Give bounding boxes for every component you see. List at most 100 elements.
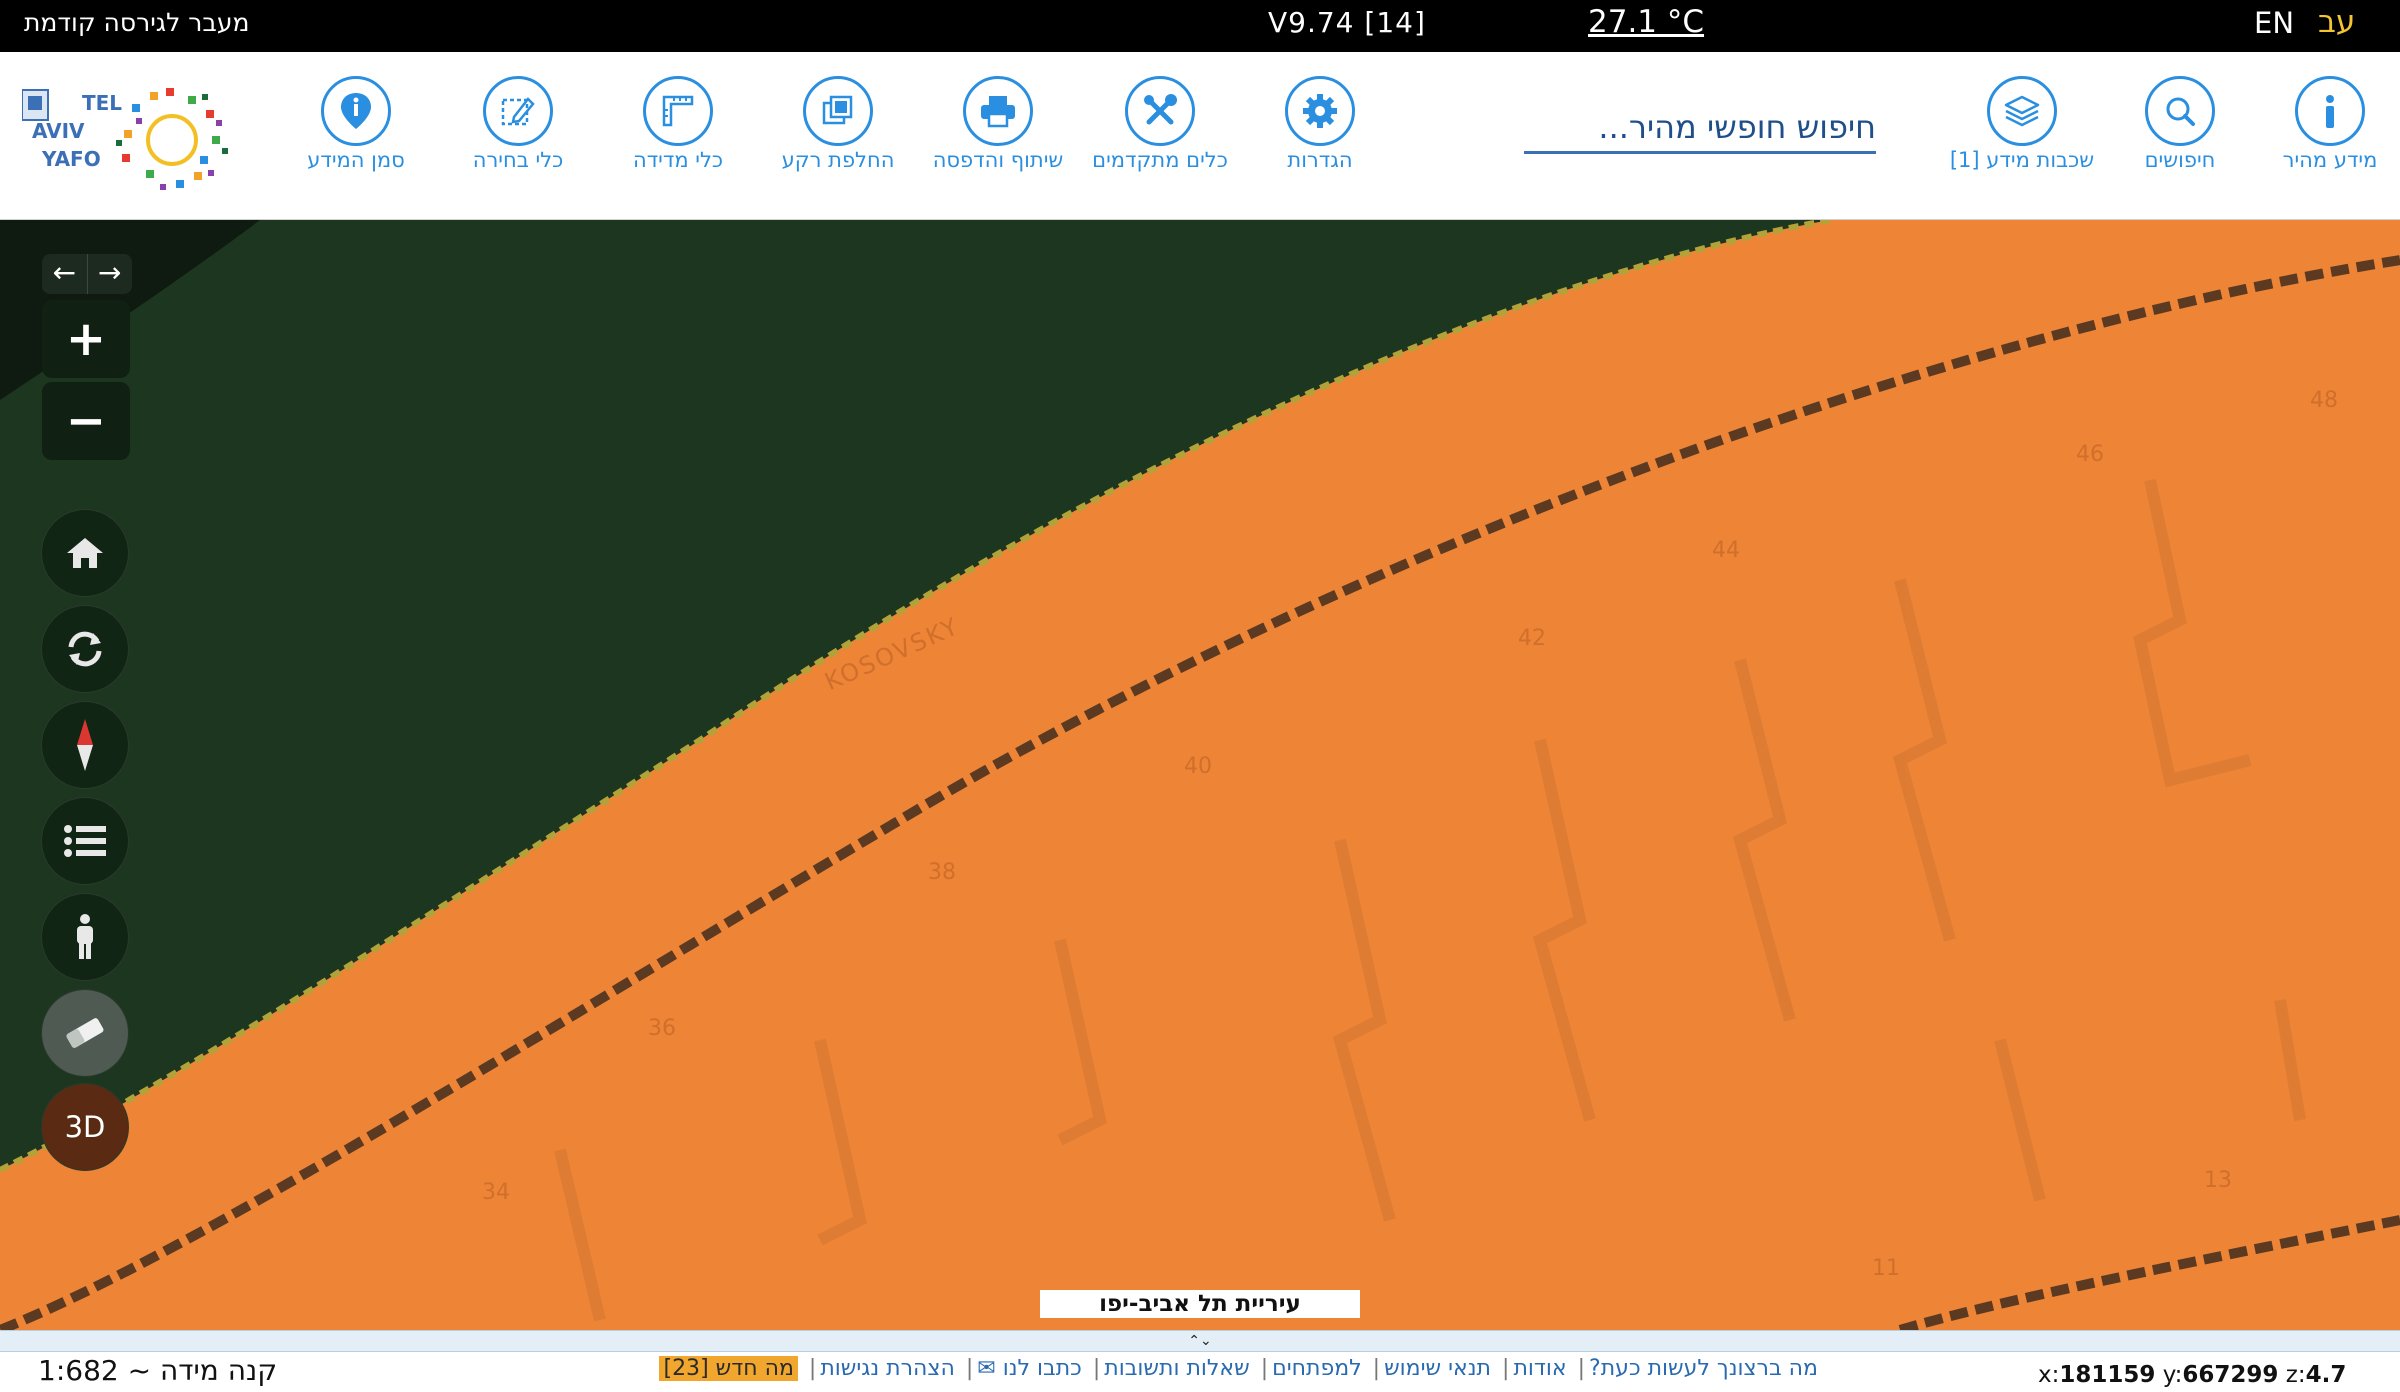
svg-text:AVIV: AVIV xyxy=(32,119,85,143)
house-number: 38 xyxy=(928,860,956,885)
x-value: 181159 xyxy=(2059,1362,2156,1388)
searches-label: חיפושים xyxy=(2144,148,2216,172)
house-number: 13 xyxy=(2204,1168,2232,1193)
quick-search[interactable] xyxy=(1524,104,1876,154)
advanced-tools-button[interactable]: כלים מתקדמים xyxy=(1080,76,1240,173)
map-canvas[interactable]: KOSOVSKY 48 46 44 42 40 38 36 34 13 11 ע… xyxy=(0,220,2400,1330)
map-attribution-label: עיריית תל אביב-יפו xyxy=(1040,1290,1360,1318)
main-toolbar: TEL AVIV YAFO סמן המידע כלי בחירה כלי מד… xyxy=(0,52,2400,220)
separator: | xyxy=(808,1356,817,1381)
compass-button[interactable] xyxy=(42,702,128,788)
selection-tools-button[interactable]: כלי בחירה xyxy=(438,76,598,173)
pegman-icon xyxy=(77,914,93,959)
footer-link-faq[interactable]: שאלות ותשובות xyxy=(1104,1356,1249,1381)
house-number: 44 xyxy=(1712,538,1740,563)
selection-tools-label: כלי בחירה xyxy=(472,148,564,172)
history-arrows: ← → xyxy=(42,254,132,294)
searches-button[interactable]: חיפושים xyxy=(2100,76,2260,173)
3d-mode-button[interactable]: 3D xyxy=(42,1084,128,1170)
info-marker-label: סמן המידע xyxy=(307,148,405,172)
swap-background-icon xyxy=(803,76,873,146)
separator: | xyxy=(1577,1356,1586,1381)
language-hebrew-button[interactable]: עב xyxy=(2318,4,2355,40)
previous-version-link[interactable]: מעבר לגירסה קודמת xyxy=(24,8,249,37)
search-icon xyxy=(2145,76,2215,146)
house-number: 36 xyxy=(648,1016,676,1041)
separator: | xyxy=(1372,1356,1381,1381)
y-value: 667299 xyxy=(2182,1362,2279,1388)
map-pin-icon xyxy=(321,76,391,146)
share-print-label: שיתוף והדפסה xyxy=(932,148,1064,172)
separator: | xyxy=(1502,1356,1510,1381)
footer-link-about[interactable]: אודות xyxy=(1513,1356,1566,1381)
quick-info-button[interactable]: מידע מהיר xyxy=(2250,76,2400,173)
swap-background-label: החלפת רקע xyxy=(781,148,895,172)
select-pen-icon xyxy=(483,76,553,146)
road-line-lower xyxy=(1898,1215,2400,1330)
status-footer: קנה מידה ~ 1:682 מה ברצונך לעשות כעת?| א… xyxy=(0,1352,2400,1392)
measure-tools-label: כלי מדידה xyxy=(632,148,724,172)
house-number: 48 xyxy=(2310,388,2338,413)
info-layers-label: שכבות מידע [1] xyxy=(1949,148,2095,172)
gear-icon xyxy=(1285,76,1355,146)
info-marker-button[interactable]: סמן המידע xyxy=(276,76,436,173)
footer-link-developers[interactable]: למפתחים xyxy=(1272,1356,1362,1381)
printer-icon xyxy=(963,76,1033,146)
footer-link-terms[interactable]: תנאי שימוש xyxy=(1384,1356,1491,1381)
footer-link-what-to-do[interactable]: מה ברצונך לעשות כעת? xyxy=(1589,1356,1818,1381)
park-area xyxy=(0,220,1830,1170)
ruler-icon xyxy=(643,76,713,146)
separator: | xyxy=(1260,1356,1269,1381)
svg-text:YAFO: YAFO xyxy=(41,147,101,171)
home-icon xyxy=(67,538,103,568)
refresh-button[interactable] xyxy=(42,606,128,692)
tools-icon xyxy=(1125,76,1195,146)
legend-list-button[interactable] xyxy=(42,798,128,884)
refresh-icon xyxy=(68,631,102,667)
footer-link-accessibility[interactable]: הצהרת נגישות xyxy=(820,1356,955,1381)
panel-resize-handle[interactable]: ⌃⌄ xyxy=(0,1330,2400,1352)
whats-new-badge[interactable]: מה חדש [23] xyxy=(659,1356,798,1381)
separator: | xyxy=(965,1356,974,1381)
scale-readout[interactable]: קנה מידה ~ 1:682 xyxy=(38,1354,277,1387)
footer-links: מה ברצונך לעשות כעת?| אודות| תנאי שימוש|… xyxy=(580,1356,1820,1381)
city-logo[interactable]: TEL AVIV YAFO xyxy=(21,80,252,198)
language-english-button[interactable]: EN xyxy=(2254,6,2294,40)
forward-arrow-icon[interactable]: → xyxy=(86,254,133,294)
back-arrow-icon[interactable]: ← xyxy=(42,254,87,294)
list-icon xyxy=(64,825,106,857)
quick-search-input[interactable] xyxy=(1524,104,1876,150)
house-number: 40 xyxy=(1184,754,1212,779)
settings-label: הגדרות xyxy=(1287,148,1353,172)
measure-tools-button[interactable]: כלי מדידה xyxy=(598,76,758,173)
settings-button[interactable]: הגדרות xyxy=(1240,76,1400,173)
swap-background-button[interactable]: החלפת רקע xyxy=(758,76,918,173)
y-label: y: xyxy=(2162,1362,2183,1388)
layers-icon xyxy=(1987,76,2057,146)
house-number: 11 xyxy=(1872,1256,1900,1281)
eraser-icon xyxy=(66,1018,104,1048)
zoom-in-button[interactable]: + xyxy=(42,300,130,378)
z-value: 4.7 xyxy=(2305,1362,2347,1388)
temperature-link[interactable]: 27.1 °C xyxy=(1588,4,1704,40)
advanced-tools-label: כלים מתקדמים xyxy=(1092,148,1228,172)
info-icon xyxy=(2295,76,2365,146)
city-logo-graphic: TEL AVIV YAFO xyxy=(21,88,228,190)
house-number: 46 xyxy=(2076,442,2104,467)
share-print-button[interactable]: שיתוף והדפסה xyxy=(918,76,1078,173)
top-status-bar: מעבר לגירסה קודמת V9.74 [14] 27.1 °C EN … xyxy=(0,0,2400,52)
house-number: 42 xyxy=(1518,626,1546,651)
coordinates-readout: x:181159 y:667299 z:4.7 xyxy=(2038,1362,2346,1388)
info-layers-button[interactable]: שכבות מידע [1] xyxy=(1942,76,2102,173)
svg-text:TEL: TEL xyxy=(82,91,122,115)
footer-link-contact[interactable]: כתבו לנו ✉ xyxy=(977,1356,1082,1381)
z-label: z: xyxy=(2285,1362,2306,1388)
eraser-button[interactable] xyxy=(42,990,128,1076)
version-label: V9.74 [14] xyxy=(1268,6,1426,39)
street-view-button[interactable] xyxy=(42,894,128,980)
zoom-out-button[interactable]: − xyxy=(42,382,130,460)
home-button[interactable] xyxy=(42,510,128,596)
quick-info-label: מידע מהיר xyxy=(2282,148,2378,172)
compass-icon xyxy=(77,719,93,771)
house-number: 34 xyxy=(482,1180,510,1205)
